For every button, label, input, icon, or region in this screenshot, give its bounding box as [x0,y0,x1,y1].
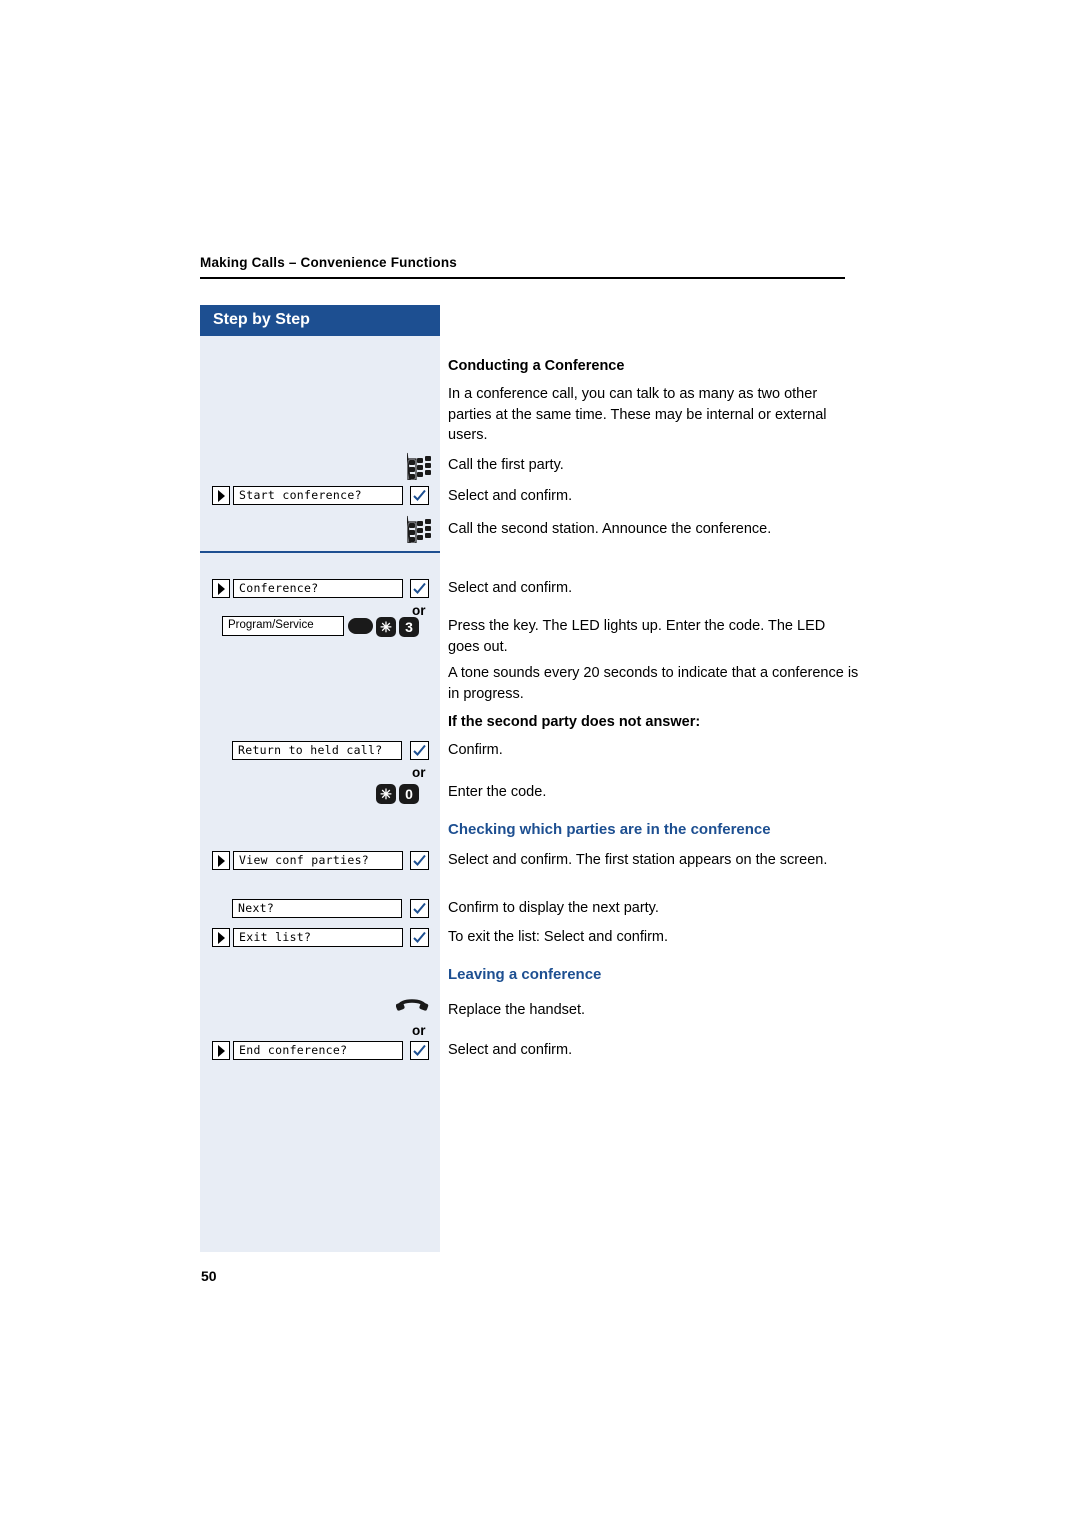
heading-if-no-answer: If the second party does not answer: [448,714,701,730]
ok-checkmark-icon[interactable] [410,899,429,918]
program-service-key[interactable]: Program/Service [222,616,344,636]
softkey-label: Conference? [233,579,403,598]
softkey-end-conference[interactable]: End conference? [212,1041,430,1061]
step-by-step-label: Step by Step [213,311,310,328]
or-label-3: or [412,1023,426,1038]
step-text-conference: Select and confirm. [448,580,573,596]
breadcrumb: Making Calls – Convenience Functions [200,255,458,270]
panel-section-divider [200,551,440,553]
softkey-return-to-held-call[interactable]: Return to held call? [232,741,430,761]
arrow-right-icon [212,928,230,947]
digit-key-label: 3 [405,619,413,635]
digit-key-0[interactable]: 0 [399,784,419,804]
star-key[interactable]: ✳ [376,784,396,804]
softkey-label: End conference? [233,1041,403,1060]
star-key[interactable]: ✳ [376,617,396,637]
page-title: Conducting a Conference [448,358,625,374]
arrow-right-icon [212,851,230,870]
replace-handset-icon [395,995,430,1018]
or-label-1: or [412,603,426,618]
heading-checking-parties: Checking which parties are in the confer… [448,821,771,838]
step-text-exit-list: To exit the list: Select and confirm. [448,929,669,945]
step-by-step-header: Step by Step [200,305,440,336]
softkey-conference[interactable]: Conference? [212,579,430,599]
ok-checkmark-icon[interactable] [410,851,429,870]
softkey-label: Start conference? [233,486,403,505]
ok-checkmark-icon[interactable] [410,928,429,947]
step-text-call-first-party: Call the first party. [448,457,564,473]
softkey-label: Next? [232,899,402,918]
arrow-right-icon [212,579,230,598]
step-text-tone-note: A tone sounds every 20 seconds to indica… [448,665,859,702]
step-text-enter-code: Enter the code. [448,784,547,800]
ok-checkmark-icon[interactable] [410,1041,429,1060]
softkey-next[interactable]: Next? [232,899,430,919]
intro-paragraph: In a conference call, you can talk to as… [448,386,827,443]
keypad-icon [406,515,433,548]
softkey-exit-list[interactable]: Exit list? [212,928,430,948]
step-text-replace-handset: Replace the handset. [448,1002,586,1018]
page-number: 50 [201,1268,217,1284]
ok-checkmark-icon[interactable] [410,579,429,598]
softkey-label: View conf parties? [233,851,403,870]
ok-checkmark-icon[interactable] [410,741,429,760]
arrow-right-icon [212,486,230,505]
digit-key-3[interactable]: 3 [399,617,419,637]
step-text-end-conference: Select and confirm. [448,1042,573,1058]
step-text-confirm: Confirm. [448,742,503,758]
step-text-call-second-station: Call the second station. Announce the co… [448,521,772,537]
softkey-start-conference[interactable]: Start conference? [212,486,430,506]
arrow-right-icon [212,1041,230,1060]
softkey-label: Return to held call? [232,741,402,760]
or-label-2: or [412,765,426,780]
step-text-view-conf-parties: Select and confirm. The first station ap… [448,852,828,868]
step-text-program-service: Press the key. The LED lights up. Enter … [448,618,826,655]
header-divider [200,277,845,279]
program-service-label: Program/Service [228,619,314,631]
star-key-label: ✳ [380,619,392,635]
softkey-label: Exit list? [233,928,403,947]
keypad-icon [406,452,433,485]
service-menu-key-icon[interactable] [348,618,373,634]
ok-checkmark-icon[interactable] [410,486,429,505]
document-page: Making Calls – Convenience Functions Ste… [0,0,1080,1527]
softkey-view-conf-parties[interactable]: View conf parties? [212,851,430,871]
step-text-next: Confirm to display the next party. [448,900,659,916]
heading-leaving-conference: Leaving a conference [448,966,602,983]
step-text-start-conference: Select and confirm. [448,488,573,504]
